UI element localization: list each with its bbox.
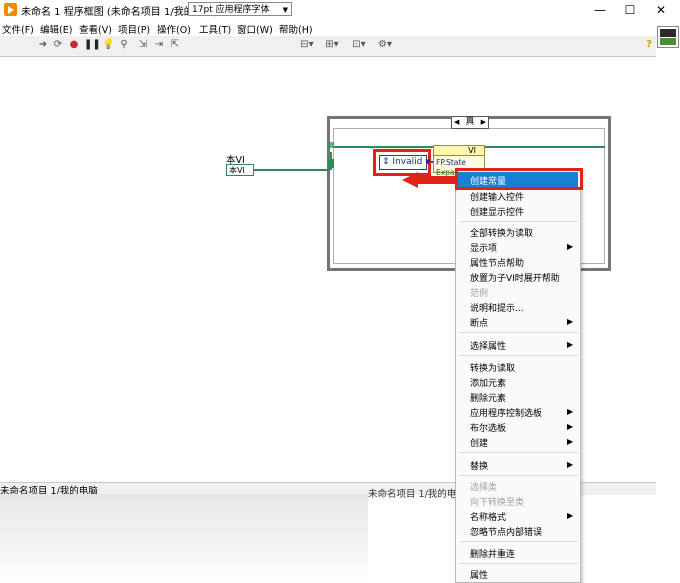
- align-objects-icon[interactable]: ⊟▾: [298, 39, 316, 51]
- menu-description-tip[interactable]: 说明和提示...: [470, 301, 524, 314]
- menu-edit[interactable]: 编辑(E): [40, 22, 72, 36]
- wire-to-propnode[interactable]: [334, 146, 434, 148]
- menu-add-element[interactable]: 添加元素: [470, 376, 506, 389]
- menu-create-constant[interactable]: 创建常量: [470, 174, 506, 187]
- resize-objects-icon[interactable]: ⊡▾: [350, 39, 368, 51]
- submenu-arrow-icon: ▶: [567, 407, 574, 416]
- case-decrement-icon[interactable]: ◀: [454, 117, 459, 128]
- chevron-down-icon: ▼: [282, 6, 288, 14]
- wire-out[interactable]: [485, 146, 605, 148]
- menu-properties[interactable]: 属性: [470, 568, 488, 581]
- menu-visible-items[interactable]: 显示项: [470, 241, 497, 254]
- minimize-button[interactable]: —: [585, 1, 615, 19]
- submenu-arrow-icon: ▶: [567, 511, 574, 520]
- font-select-value: 17pt 应用程序字体: [192, 5, 270, 15]
- menu-select-class: 选择类: [470, 483, 498, 493]
- font-select[interactable]: 17pt 应用程序字体 ▼: [188, 2, 292, 16]
- menu-operate[interactable]: 操作(O): [157, 22, 191, 36]
- retain-wire-values-icon[interactable]: ⚲: [118, 39, 130, 51]
- submenu-arrow-icon: ▶: [567, 437, 574, 446]
- enum-value: Invalid: [392, 157, 423, 167]
- menu-change-to-read[interactable]: 转换为读取: [470, 361, 515, 374]
- close-button[interactable]: ✕: [646, 1, 676, 19]
- menu-separator: [460, 475, 578, 476]
- menu-name-format[interactable]: 名称格式: [470, 510, 506, 523]
- vi-icon-top: [660, 29, 676, 37]
- vi-icon-bottom: [660, 38, 676, 45]
- this-vi-reference[interactable]: 本VI: [226, 164, 254, 176]
- background-status-path: 未命名项目 1/我的电脑: [368, 489, 466, 500]
- run-arrow-icon[interactable]: ➜: [37, 39, 49, 51]
- property-node-class: VI: [468, 146, 476, 155]
- menu-select-property[interactable]: 选择属性: [470, 339, 506, 352]
- menu-separator: [460, 563, 578, 564]
- menu-remove-element[interactable]: 删除元素: [470, 391, 506, 404]
- annotation-arrow-shaft: [416, 176, 458, 184]
- case-increment-icon[interactable]: ▶: [481, 117, 486, 128]
- chevron-down-icon: ▼: [425, 158, 431, 166]
- menu-file[interactable]: 文件(F): [2, 22, 34, 36]
- menu-view[interactable]: 查看(V): [79, 22, 112, 36]
- submenu-arrow-icon: ▶: [567, 317, 574, 326]
- menu-project[interactable]: 项目(P): [118, 22, 150, 36]
- menu-examples: 范例: [470, 289, 489, 299]
- menu-separator: [460, 541, 578, 542]
- menu-ignore-errors[interactable]: 忽略节点内部错误: [470, 525, 542, 538]
- abort-icon[interactable]: ●: [68, 39, 80, 51]
- menu-tools[interactable]: 工具(T): [199, 22, 231, 36]
- menu-create-control[interactable]: 创建输入控件: [470, 190, 524, 203]
- background-window: [0, 494, 368, 583]
- enum-ring-icon: ⇕: [382, 157, 390, 167]
- menu-remove-and-rewire[interactable]: 删除并重连: [470, 547, 515, 560]
- enum-constant[interactable]: ⇕ Invalid ▼: [379, 155, 431, 170]
- step-over-icon[interactable]: ⇥: [153, 39, 165, 51]
- submenu-arrow-icon: ▶: [567, 242, 574, 251]
- distribute-objects-icon[interactable]: ⊞▾: [323, 39, 341, 51]
- annotation-arrow-icon: [402, 172, 418, 188]
- menu-separator: [460, 332, 578, 333]
- property-fp-state[interactable]: FP.State: [436, 158, 466, 167]
- pause-icon[interactable]: ❚❚: [84, 39, 101, 51]
- highlight-execution-icon[interactable]: 💡: [102, 39, 114, 51]
- submenu-arrow-icon: ▶: [567, 422, 574, 431]
- menu-boolean-palette[interactable]: 布尔选板: [470, 421, 506, 434]
- property-node-header[interactable]: VI: [433, 145, 485, 156]
- help-icon[interactable]: ?: [643, 39, 655, 51]
- run-continuously-icon[interactable]: ⟳: [52, 39, 64, 51]
- reorder-icon[interactable]: ⚙▾: [376, 39, 394, 51]
- step-out-icon[interactable]: ⇱: [169, 39, 181, 51]
- vi-icon[interactable]: [657, 26, 679, 48]
- menu-to-more-specific-class: 向下转换至类: [470, 498, 525, 508]
- menu-property-node-help[interactable]: 属性节点帮助: [470, 256, 524, 269]
- menu-window[interactable]: 窗口(W): [237, 22, 273, 36]
- menu-app-control-palette[interactable]: 应用程序控制选板: [470, 406, 542, 419]
- menu-separator: [460, 221, 578, 222]
- wire-thisvi[interactable]: [254, 169, 330, 171]
- menu-breakpoint[interactable]: 断点: [470, 316, 488, 329]
- case-selector[interactable]: ◀ 真 ▶: [451, 116, 489, 129]
- this-vi-ref-text: 本VI: [229, 166, 245, 175]
- wire-vertical[interactable]: [330, 152, 332, 170]
- maximize-button[interactable]: ☐: [615, 1, 645, 19]
- menu-expand-help[interactable]: 放置为子VI时展开帮助: [470, 271, 560, 284]
- menu-replace[interactable]: 替换: [470, 459, 488, 472]
- menu-separator: [460, 355, 578, 356]
- case-selector-label: 真: [465, 117, 475, 127]
- menu-separator: [460, 452, 578, 453]
- step-into-icon[interactable]: ⇲: [137, 39, 149, 51]
- menu-help[interactable]: 帮助(H): [279, 22, 313, 36]
- menu-create[interactable]: 创建: [470, 436, 488, 449]
- menu-change-all-to-read[interactable]: 全部转换为读取: [470, 226, 533, 239]
- menu-create-indicator[interactable]: 创建显示控件: [470, 205, 524, 218]
- submenu-arrow-icon: ▶: [567, 460, 574, 469]
- submenu-arrow-icon: ▶: [567, 340, 574, 349]
- right-panel: [656, 57, 680, 492]
- labview-app-icon: [4, 3, 17, 16]
